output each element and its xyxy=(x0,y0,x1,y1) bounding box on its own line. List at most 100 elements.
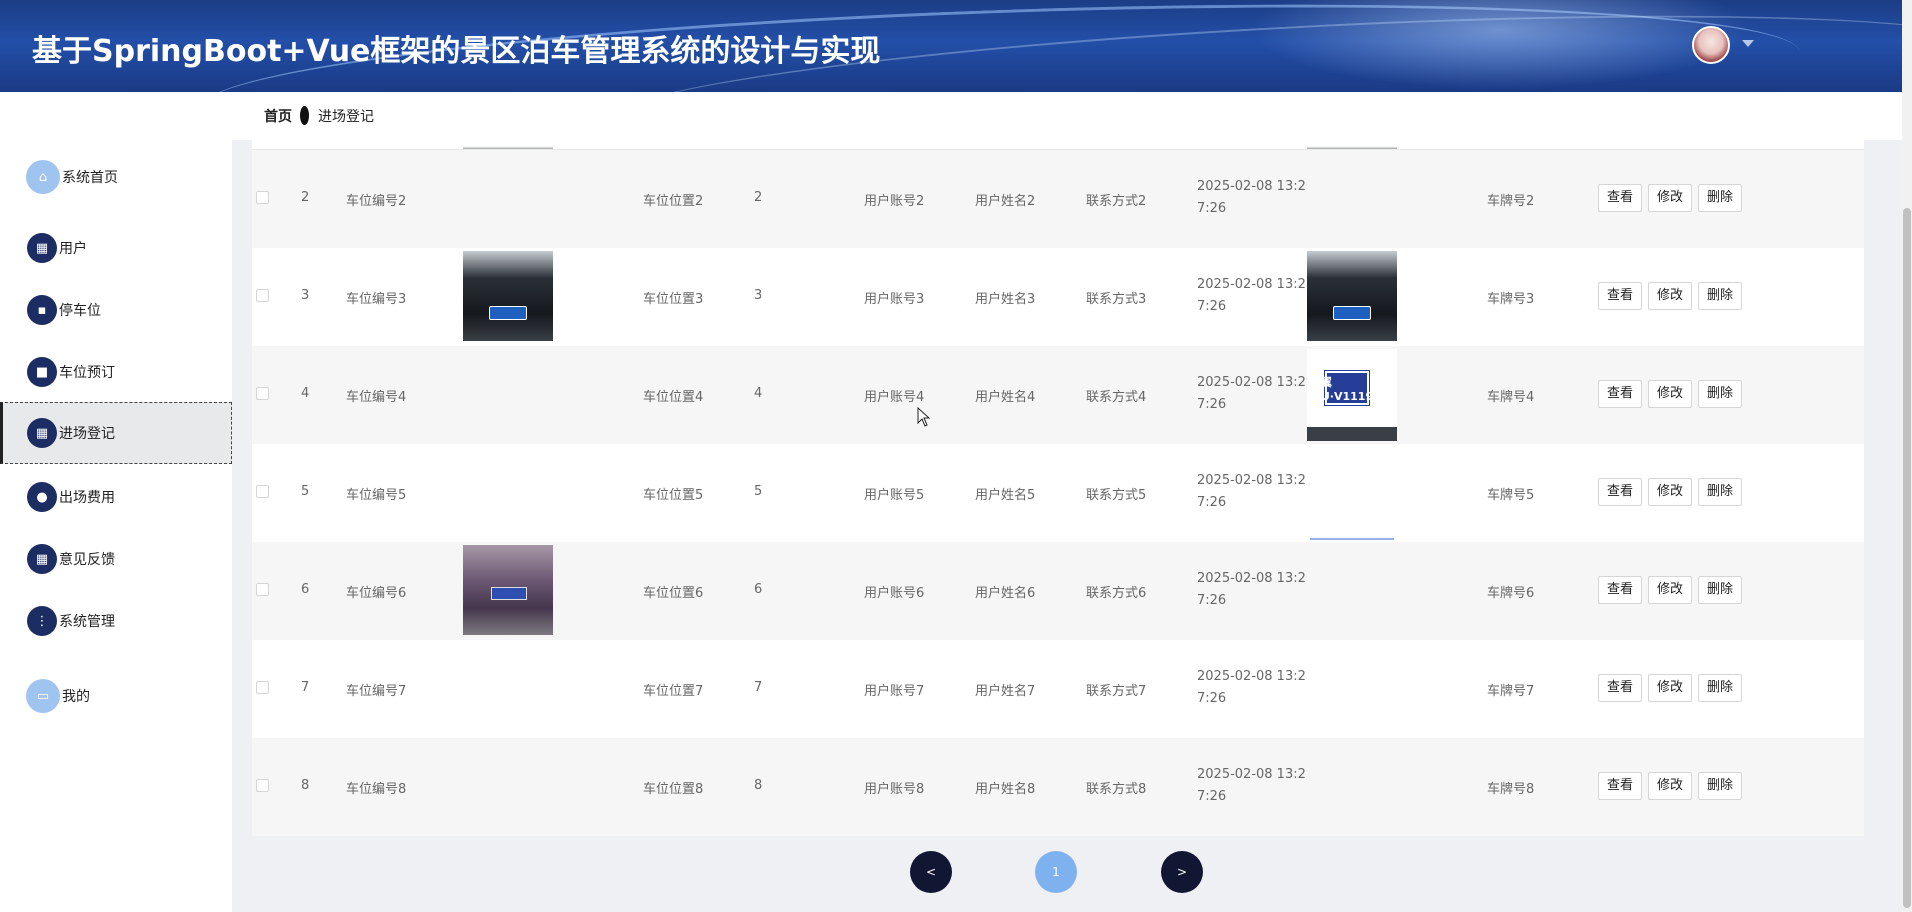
space-number: 车位编号6 xyxy=(346,586,407,601)
row-checkbox[interactable] xyxy=(256,191,269,204)
row-checkbox[interactable] xyxy=(256,387,269,400)
delete-button[interactable]: 删除 xyxy=(1698,772,1743,800)
contact-info: 联系方式4 xyxy=(1086,390,1147,405)
entry-time: 2025-02-08 13:2 xyxy=(1197,767,1306,782)
delete-button[interactable]: 删除 xyxy=(1698,184,1743,212)
row-checkbox[interactable] xyxy=(256,779,269,792)
photo-edge xyxy=(1310,538,1394,540)
sidebar-item-feedback[interactable]: ▦ 意见反馈 xyxy=(0,528,232,590)
scrollbar-thumb[interactable] xyxy=(1903,208,1911,908)
breadcrumb-separator-icon xyxy=(300,106,309,125)
row-checkbox[interactable] xyxy=(256,485,269,498)
entry-time: 2025-02-08 13:2 xyxy=(1197,473,1306,488)
sidebar-item-label: 系统首页 xyxy=(62,170,118,186)
user-name: 用户姓名7 xyxy=(975,684,1036,699)
row-index: 5 xyxy=(301,484,310,499)
user-account: 用户账号6 xyxy=(864,586,925,601)
entry-table: 2 车位编号2 车位位置2 2 用户账号2 用户姓名2 联系方式2 车牌号2 2025-02-0… xyxy=(252,140,1864,836)
briefcase-icon: ■ xyxy=(27,357,57,387)
plate-photo[interactable]: 翼U·V1119 xyxy=(1307,349,1397,441)
sidebar-item-mine[interactable]: ▭ 我的 xyxy=(0,665,232,727)
space-location: 车位位置6 xyxy=(643,586,704,601)
table-row: 6 车位编号6 车位位置6 6 用户账号6 用户姓名6 联系方式6 车牌号6 2025-02-0… xyxy=(252,542,1864,640)
entry-time: 2025-02-08 13:2 xyxy=(1197,179,1306,194)
sidebar-item-home[interactable]: ⌂ 系统首页 xyxy=(0,146,232,208)
view-button[interactable]: 查看 xyxy=(1598,478,1643,506)
delete-button[interactable]: 删除 xyxy=(1698,576,1743,604)
delete-button[interactable]: 删除 xyxy=(1698,674,1743,702)
view-button[interactable]: 查看 xyxy=(1598,282,1643,310)
view-button[interactable]: 查看 xyxy=(1598,380,1643,408)
row-index: 6 xyxy=(301,582,310,597)
person-icon: ● xyxy=(27,482,57,512)
user-account: 用户账号4 xyxy=(864,390,925,405)
grid-icon: ▦ xyxy=(27,233,57,263)
license-plate-graphic xyxy=(489,306,527,320)
space-location: 车位位置7 xyxy=(643,684,704,699)
car-photo[interactable] xyxy=(1307,251,1397,341)
page-button-current[interactable]: 1 xyxy=(1035,851,1077,893)
sidebar-item-reservation[interactable]: ■ 车位预订 xyxy=(0,341,232,403)
plate-number: 车牌号3 xyxy=(1487,292,1535,307)
view-button[interactable]: 查看 xyxy=(1598,674,1643,702)
table-row: 8 车位编号8 车位位置8 8 用户账号8 用户姓名8 联系方式8 车牌号8 2025-02-0… xyxy=(252,738,1864,836)
license-plate-graphic xyxy=(1333,306,1371,320)
sidebar-item-label: 车位预订 xyxy=(59,365,115,381)
sidebar-item-exit-fee[interactable]: ● 出场费用 xyxy=(0,466,232,528)
breadcrumb-home[interactable]: 首页 xyxy=(264,106,292,126)
space-location: 车位位置5 xyxy=(643,488,704,503)
space-num: 4 xyxy=(754,386,763,401)
edit-button[interactable]: 修改 xyxy=(1648,576,1693,604)
sidebar-item-users[interactable]: ▦ 用户 xyxy=(0,217,232,279)
contact-info: 联系方式6 xyxy=(1086,586,1147,601)
car-photo[interactable] xyxy=(463,545,553,635)
user-name: 用户姓名4 xyxy=(975,390,1036,405)
car-photo[interactable] xyxy=(463,251,553,341)
sidebar-item-parking-space[interactable]: ▪ 停车位 xyxy=(0,279,232,341)
row-checkbox[interactable] xyxy=(256,583,269,596)
edit-button[interactable]: 修改 xyxy=(1648,380,1693,408)
space-location: 车位位置4 xyxy=(643,390,704,405)
entry-time: 7:26 xyxy=(1197,397,1227,412)
user-account: 用户账号5 xyxy=(864,488,925,503)
entry-time: 2025-02-08 13:2 xyxy=(1197,571,1306,586)
user-name: 用户姓名5 xyxy=(975,488,1036,503)
next-page-button[interactable]: > xyxy=(1161,851,1203,893)
entry-time: 7:26 xyxy=(1197,789,1227,804)
sidebar-item-system-management[interactable]: ⋮ 系统管理 xyxy=(0,590,232,652)
edit-button[interactable]: 修改 xyxy=(1648,772,1693,800)
delete-button[interactable]: 删除 xyxy=(1698,282,1743,310)
space-number: 车位编号5 xyxy=(346,488,407,503)
table-row: 5 车位编号5 车位位置5 5 用户账号5 用户姓名5 联系方式5 车牌号5 2025-02-0… xyxy=(252,444,1864,542)
view-button[interactable]: 查看 xyxy=(1598,184,1643,212)
entry-time: 7:26 xyxy=(1197,495,1227,510)
row-checkbox[interactable] xyxy=(256,681,269,694)
view-button[interactable]: 查看 xyxy=(1598,576,1643,604)
row-checkbox[interactable] xyxy=(256,289,269,302)
user-avatar[interactable] xyxy=(1692,26,1730,64)
edit-button[interactable]: 修改 xyxy=(1648,674,1693,702)
space-number: 车位编号3 xyxy=(346,292,407,307)
sidebar-item-entry-registration[interactable]: ▦ 进场登记 xyxy=(0,402,232,464)
edit-button[interactable]: 修改 xyxy=(1648,282,1693,310)
prev-page-button[interactable]: < xyxy=(910,851,952,893)
edit-button[interactable]: 修改 xyxy=(1648,478,1693,506)
contact-info: 联系方式8 xyxy=(1086,782,1147,797)
table-row: 3 车位编号3 车位位置3 3 用户账号3 用户姓名3 联系方式3 车牌号3 2025-02-0… xyxy=(252,248,1864,346)
space-num: 5 xyxy=(754,484,763,499)
view-button[interactable]: 查看 xyxy=(1598,772,1643,800)
edit-button[interactable]: 修改 xyxy=(1648,184,1693,212)
user-account: 用户账号8 xyxy=(864,782,925,797)
sidebar-item-label: 进场登记 xyxy=(59,426,115,442)
chat-icon: ▪ xyxy=(27,295,57,325)
table-row: 2 车位编号2 车位位置2 2 用户账号2 用户姓名2 联系方式2 车牌号2 2025-02-0… xyxy=(252,150,1864,248)
sidebar-item-label: 出场费用 xyxy=(59,490,115,506)
sidebar-item-label: 停车位 xyxy=(59,303,101,319)
space-number: 车位编号2 xyxy=(346,194,407,209)
plate-number: 车牌号2 xyxy=(1487,194,1535,209)
space-number: 车位编号7 xyxy=(346,684,407,699)
delete-button[interactable]: 删除 xyxy=(1698,380,1743,408)
row-index: 2 xyxy=(301,190,310,205)
delete-button[interactable]: 删除 xyxy=(1698,478,1743,506)
caret-down-icon[interactable] xyxy=(1742,40,1754,47)
